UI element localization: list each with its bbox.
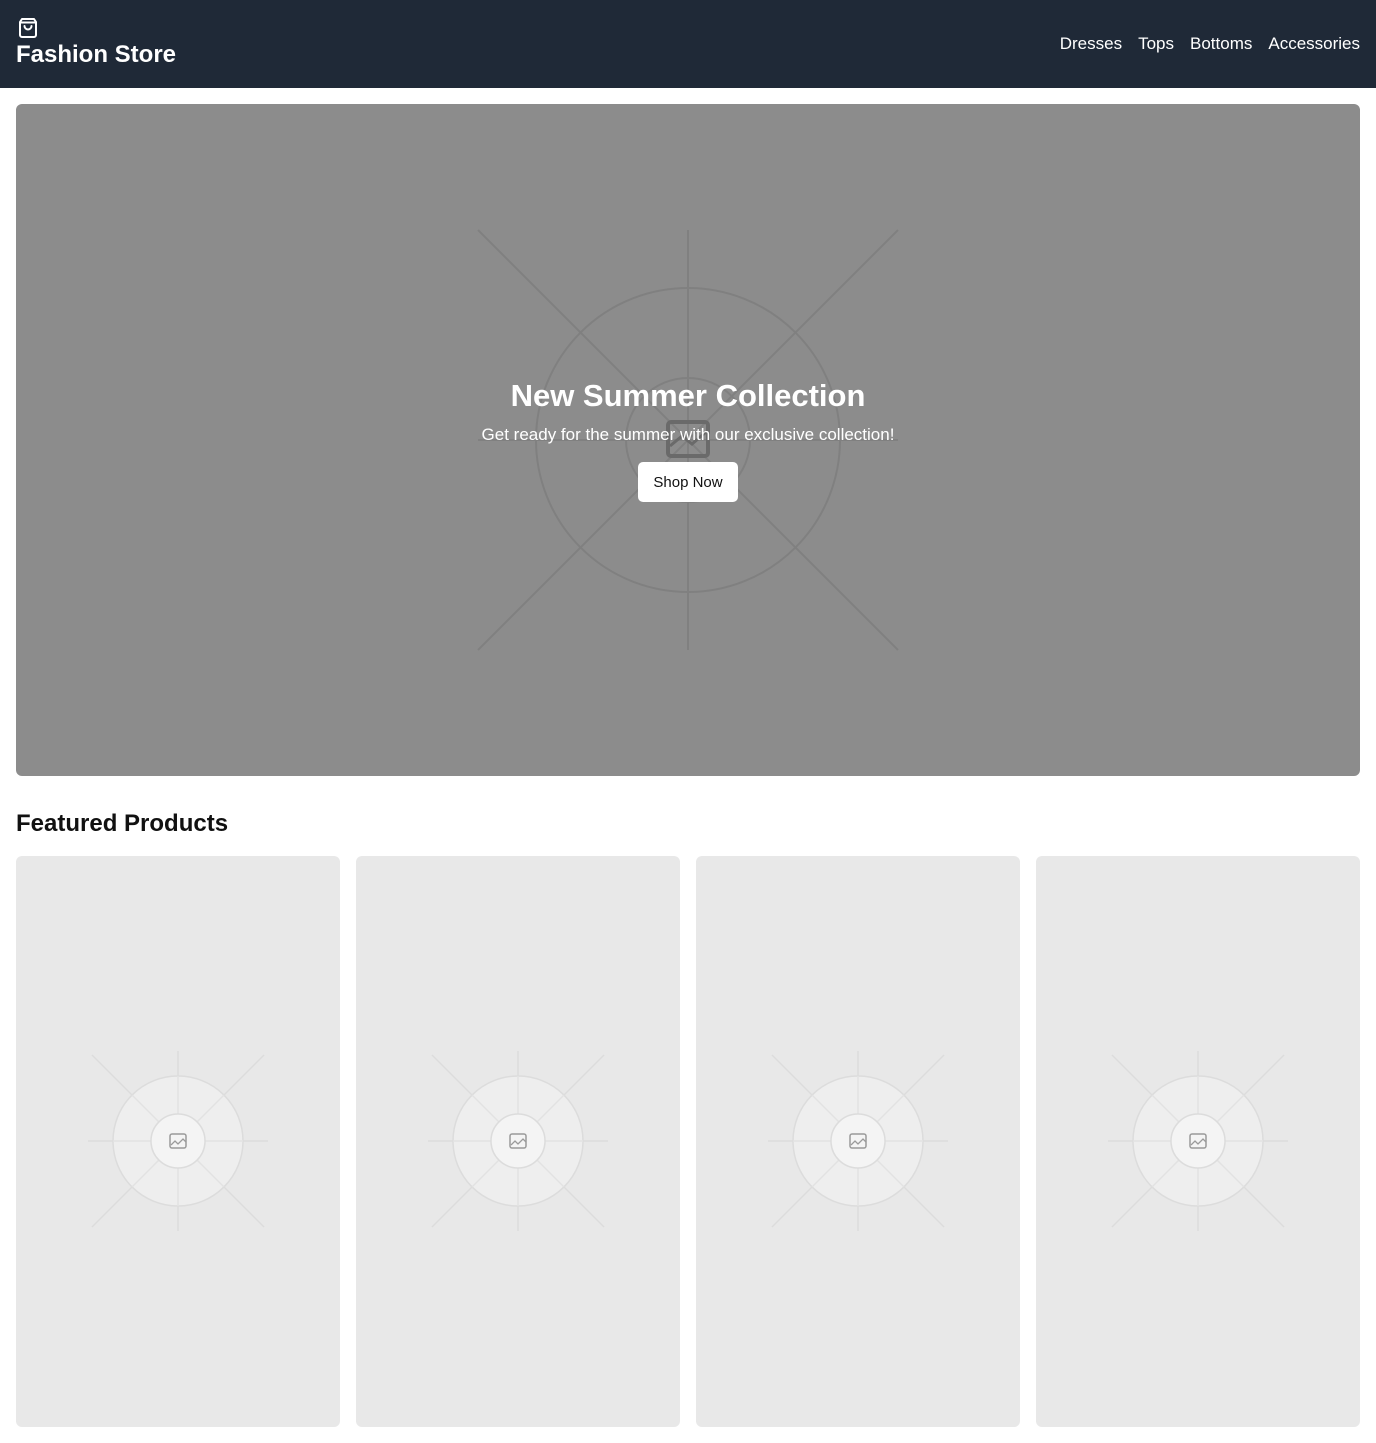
image-placeholder-icon (88, 1051, 268, 1231)
top-navbar: Fashion Store Dresses Tops Bottoms Acces… (0, 0, 1376, 88)
shopping-bag-icon (19, 18, 37, 38)
main-nav: Dresses Tops Bottoms Accessories (1060, 32, 1360, 56)
product-card[interactable] (696, 856, 1020, 1427)
brand[interactable]: Fashion Store (16, 16, 176, 69)
image-placeholder-icon (1108, 1051, 1288, 1231)
store-title: Fashion Store (16, 41, 177, 68)
shop-now-button[interactable]: Shop Now (638, 462, 738, 502)
hero-content: New Summer Collection Get ready for the … (16, 104, 1360, 776)
nav-link-bottoms[interactable]: Bottoms (1190, 32, 1252, 56)
nav-link-tops[interactable]: Tops (1138, 32, 1174, 56)
hero-banner: New Summer Collection Get ready for the … (16, 104, 1360, 776)
nav-link-dresses[interactable]: Dresses (1060, 32, 1122, 56)
hero-subtitle: Get ready for the summer with our exclus… (481, 425, 895, 444)
image-placeholder-icon (428, 1051, 608, 1231)
nav-link-accessories[interactable]: Accessories (1268, 32, 1360, 56)
hero-title: New Summer Collection (510, 378, 866, 413)
product-card[interactable] (1036, 856, 1360, 1427)
image-placeholder-icon (768, 1051, 948, 1231)
product-card[interactable] (356, 856, 680, 1427)
featured-products-heading: Featured Products (16, 810, 229, 837)
product-card[interactable] (16, 856, 340, 1427)
product-grid (16, 856, 1360, 1427)
